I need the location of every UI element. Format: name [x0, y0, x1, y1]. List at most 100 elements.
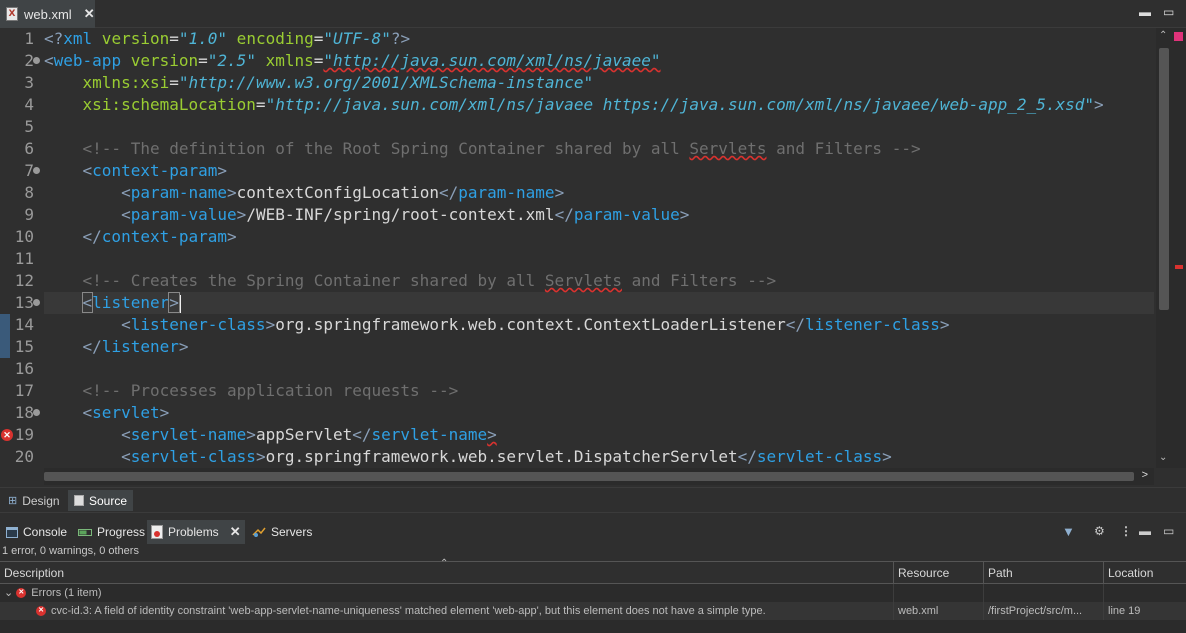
line-number: 8 — [24, 183, 34, 202]
chevron-down-icon[interactable]: ⌄ — [4, 587, 13, 599]
line-number: 7 — [24, 161, 34, 180]
line-number: 20 — [14, 447, 34, 466]
line-number: 5 — [24, 117, 34, 136]
line-number: 18 — [14, 403, 34, 422]
tab-problems[interactable]: Problems ✕ — [147, 520, 245, 544]
fold-toggle-icon[interactable] — [33, 299, 40, 306]
view-menu-icon[interactable]: ⋮ — [1120, 524, 1132, 538]
problem-resource: web.xml — [894, 602, 984, 620]
code-line-12: <!-- Creates the Spring Container shared… — [82, 271, 777, 290]
horizontal-scrollbar[interactable]: > — [44, 468, 1154, 485]
group-label: Errors (1 item) — [31, 587, 102, 599]
code-line-7: <context-param> — [82, 161, 228, 180]
code-line-20: <servlet-class>org.springframework.web.s… — [121, 447, 892, 466]
code-content[interactable]: <?xml version="1.0" encoding="UTF-8"?> <… — [44, 28, 1154, 468]
line-number: 11 — [14, 249, 34, 268]
xml-file-icon: X — [6, 7, 18, 21]
problems-icon — [151, 525, 163, 539]
tab-servers[interactable]: Servers — [248, 520, 316, 544]
tab-source-label: Source — [89, 493, 128, 508]
column-header-path[interactable]: Path — [984, 562, 1104, 584]
fold-toggle-icon[interactable] — [33, 167, 40, 174]
error-summary-icon[interactable] — [1174, 32, 1183, 41]
vertical-scrollbar[interactable]: ⌃ ⌄ — [1156, 28, 1172, 468]
problem-path: /firstProject/src/m... — [984, 602, 1104, 620]
progress-icon — [78, 528, 92, 536]
empty-cell — [984, 584, 1104, 602]
code-line-1: <?xml version="1.0" encoding="UTF-8"?> — [44, 29, 411, 48]
tab-problems-label: Problems — [168, 525, 219, 539]
editor-tab-bar: X web.xml ✕ ▬ ▭ — [0, 0, 1186, 28]
line-number: 1 — [24, 29, 34, 48]
line-number: 3 — [24, 73, 34, 92]
tab-servers-label: Servers — [271, 525, 313, 539]
column-header-description[interactable]: Description — [0, 562, 894, 584]
line-number: 2 — [24, 51, 34, 70]
problems-group-row[interactable]: ⌄ ✕ Errors (1 item) — [0, 584, 1186, 602]
column-header-resource[interactable]: Resource — [894, 562, 984, 584]
tab-console[interactable]: Console — [2, 520, 71, 544]
code-line-18: <servlet> — [82, 403, 170, 422]
scrollbar-thumb[interactable] — [1159, 48, 1169, 310]
source-icon — [74, 495, 84, 506]
view-options-icon[interactable]: ⚙ — [1094, 524, 1105, 538]
minimize-editor-button[interactable]: ▬ — [1139, 5, 1151, 19]
code-line-19: <servlet-name>appServlet</servlet-name> — [121, 425, 497, 444]
console-icon — [6, 526, 18, 538]
code-line-14: <listener-class>org.springframework.web.… — [121, 315, 950, 334]
problem-description: cvc-id.3: A field of identity constraint… — [51, 605, 766, 617]
tab-source[interactable]: Source — [68, 490, 134, 511]
line-number: 12 — [14, 271, 34, 290]
problem-location: line 19 — [1108, 605, 1141, 617]
tab-progress-label: Progress — [97, 525, 146, 539]
line-number: 16 — [14, 359, 34, 378]
error-icon: ✕ — [36, 606, 46, 617]
tab-design[interactable]: ⊞ Design — [2, 490, 66, 511]
column-header-location[interactable]: Location — [1104, 562, 1186, 584]
error-marker-icon[interactable]: ✕ — [1, 429, 13, 441]
scroll-right-icon[interactable]: > — [1142, 469, 1148, 481]
tab-design-label: Design — [22, 493, 60, 508]
editor-tab-web-xml[interactable]: X web.xml ✕ — [0, 0, 95, 28]
text-cursor — [178, 294, 181, 313]
overview-ruler[interactable] — [1172, 28, 1186, 468]
code-line-4: xsi:schemaLocation="http://java.sun.com/… — [82, 95, 1104, 114]
filter-icon[interactable]: ▼ — [1062, 524, 1075, 539]
scrollbar-thumb[interactable] — [44, 472, 1134, 481]
servers-icon — [252, 527, 266, 537]
view-tab-bar: Console Progress Problems ✕ Servers ▼ ⚙ … — [0, 517, 1186, 544]
line-number: 6 — [24, 139, 34, 158]
problems-table-header: ⌃ Description Resource Path Location — [0, 558, 1186, 584]
close-icon[interactable]: ✕ — [230, 524, 241, 540]
error-icon: ✕ — [16, 588, 27, 599]
line-number: 17 — [14, 381, 34, 400]
tab-progress[interactable]: Progress — [74, 520, 149, 544]
design-icon: ⊞ — [8, 495, 18, 507]
line-number: 10 — [14, 227, 34, 246]
line-number: 13 — [14, 293, 34, 312]
code-editor[interactable]: 1 2 3 4 5 6 7 8 9 10 11 12 13 14 15 16 1… — [0, 28, 1186, 487]
group-cell: ⌄ ✕ Errors (1 item) — [0, 584, 894, 602]
code-line-8: <param-name>contextConfigLocation</param… — [121, 183, 565, 202]
maximize-editor-button[interactable]: ▭ — [1163, 5, 1174, 19]
problems-summary: 1 error, 0 warnings, 0 others — [2, 545, 139, 557]
minimize-view-button[interactable]: ▬ — [1139, 524, 1151, 538]
fold-toggle-icon[interactable] — [33, 57, 40, 64]
code-line-2: <web-app version="2.5" xmlns="http://jav… — [44, 51, 661, 70]
code-line-17: <!-- Processes application requests --> — [82, 381, 459, 400]
close-icon[interactable]: ✕ — [84, 6, 95, 22]
problem-description-cell: ✕ cvc-id.3: A field of identity constrain… — [0, 602, 894, 620]
fold-toggle-icon[interactable] — [33, 409, 40, 416]
code-line-10: </context-param> — [82, 227, 237, 246]
maximize-view-button[interactable]: ▭ — [1163, 524, 1174, 538]
code-line-6: <!-- The definition of the Root Spring C… — [82, 139, 921, 158]
line-number: 15 — [14, 337, 34, 356]
line-number: 9 — [24, 205, 34, 224]
error-overview-marker[interactable] — [1175, 265, 1183, 269]
scroll-down-icon[interactable]: ⌄ — [1159, 452, 1167, 463]
table-row[interactable]: ✕ cvc-id.3: A field of identity constrain… — [0, 602, 1186, 620]
editor-tab-label: web.xml — [24, 6, 72, 22]
tab-console-label: Console — [23, 525, 68, 539]
scroll-up-icon[interactable]: ⌃ — [1159, 30, 1167, 41]
code-line-13: <listener> — [81, 292, 181, 313]
